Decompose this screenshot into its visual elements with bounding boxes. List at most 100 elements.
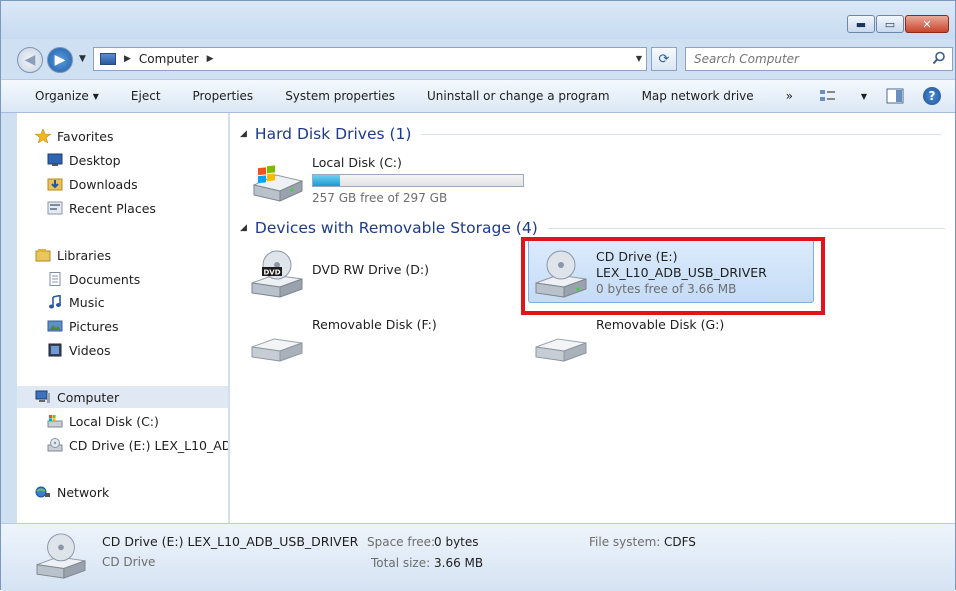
- sidebar-item-label: Documents: [69, 271, 141, 287]
- breadcrumb-separator-icon[interactable]: ▶: [124, 54, 131, 64]
- file-system-value: CDFS: [664, 535, 696, 549]
- sidebar-item-label: CD Drive (E:) LEX_L10_ADB_USB_DRIVER: [69, 437, 228, 453]
- sidebar-item-network[interactable]: Network: [35, 481, 109, 503]
- view-options-dropdown-icon[interactable]: ▼: [861, 92, 867, 101]
- search-input[interactable]: [694, 52, 924, 66]
- sidebar-item-libraries[interactable]: Libraries: [35, 244, 111, 266]
- help-icon[interactable]: ?: [923, 87, 941, 105]
- search-icon[interactable]: [932, 51, 946, 65]
- drive-name: Removable Disk (F:): [312, 317, 437, 332]
- sidebar-item-documents[interactable]: Documents: [47, 268, 140, 290]
- drive-tile-g[interactable]: Removable Disk (G:): [534, 317, 724, 373]
- collapse-arrow-icon[interactable]: ◢: [240, 129, 247, 139]
- refresh-icon: ⟳: [658, 51, 670, 67]
- removable-disk-icon: [251, 338, 303, 362]
- group-divider: [547, 227, 945, 229]
- drive-text: DVD RW Drive (D:): [312, 241, 429, 299]
- window-controls: ▬ ▭ ✕: [846, 15, 949, 33]
- cd-drive-icon: [36, 533, 86, 579]
- music-icon: [49, 295, 61, 309]
- sidebar-item-label: Downloads: [69, 176, 138, 192]
- sidebar-item-label: Desktop: [69, 152, 121, 168]
- sidebar-item-music[interactable]: Music: [47, 291, 105, 313]
- sidebar-item-videos[interactable]: Videos: [47, 339, 111, 361]
- sidebar-item-computer[interactable]: Computer: [17, 386, 228, 408]
- change-view-icon[interactable]: [819, 88, 839, 104]
- space-free-label: Space free:: [367, 535, 436, 549]
- minimize-button[interactable]: ▬: [847, 15, 875, 33]
- drive-tile-c[interactable]: Local Disk (C:) 257 GB free of 297 GB: [250, 155, 524, 206]
- more-commands-button[interactable]: »: [770, 80, 809, 112]
- collapse-arrow-icon[interactable]: ◢: [240, 223, 247, 233]
- sidebar-item-desktop[interactable]: Desktop: [47, 149, 121, 171]
- sidebar-item-label: Libraries: [57, 247, 111, 263]
- computer-icon: [100, 53, 116, 65]
- drive-tile-d[interactable]: DVD DVD RW Drive (D:): [250, 249, 429, 299]
- sidebar-item-pictures[interactable]: Pictures: [47, 315, 119, 337]
- address-dropdown-icon[interactable]: ▼: [636, 54, 642, 63]
- group-title: Hard Disk Drives (1): [254, 125, 412, 143]
- svg-text:DVD: DVD: [263, 269, 280, 277]
- refresh-button[interactable]: ⟳: [651, 47, 677, 71]
- sidebar-item-label: Pictures: [69, 318, 119, 334]
- group-header-removable[interactable]: ◢ Devices with Removable Storage (4): [240, 219, 945, 237]
- back-button[interactable]: ◀: [17, 47, 43, 73]
- hard-drive-icon: [252, 165, 304, 202]
- downloads-icon: [47, 178, 63, 191]
- close-icon: ✕: [922, 17, 932, 31]
- properties-button[interactable]: Properties: [177, 80, 270, 112]
- file-system-label: File system:: [589, 535, 661, 549]
- sidebar-item-favorites[interactable]: Favorites: [35, 125, 113, 147]
- sidebar-item-cd-drive[interactable]: CD Drive (E:) LEX_L10_ADB_USB_DRIVER: [47, 434, 228, 456]
- eject-button[interactable]: Eject: [115, 80, 177, 112]
- maximize-icon: ▭: [884, 17, 896, 31]
- desktop-icon: [47, 153, 63, 166]
- sidebar-item-label: Recent Places: [69, 200, 156, 216]
- sidebar-item-label: Videos: [69, 342, 111, 358]
- libraries-icon: [35, 249, 51, 262]
- disk-usage-bar: [312, 174, 524, 187]
- dvd-drive-icon: DVD: [251, 250, 303, 298]
- group-divider: [421, 133, 942, 135]
- minimize-icon: ▬: [855, 17, 867, 31]
- group-header-hard-disk[interactable]: ◢ Hard Disk Drives (1): [240, 125, 945, 143]
- close-button[interactable]: ✕: [905, 15, 949, 33]
- navigation-pane: Favorites Desktop Downloads Recent Place…: [17, 113, 229, 523]
- back-arrow-icon: ◀: [24, 52, 36, 68]
- total-size-label: Total size:: [371, 556, 431, 570]
- drive-name: DVD RW Drive (D:): [312, 262, 429, 277]
- drive-text: Local Disk (C:) 257 GB free of 297 GB: [312, 155, 524, 206]
- system-properties-button[interactable]: System properties: [269, 80, 411, 112]
- sidebar-item-label: Computer: [57, 389, 120, 405]
- sidebar-item-recent-places[interactable]: Recent Places: [47, 197, 156, 219]
- network-icon: [35, 486, 50, 498]
- forward-arrow-icon: ▶: [54, 52, 66, 68]
- content-pane: ◢ Hard Disk Drives (1) Local Disk (C:) 2…: [230, 113, 955, 523]
- cd-drive-icon: [47, 438, 63, 452]
- highlight-annotation-box: [521, 237, 825, 315]
- organize-menu[interactable]: Organize ▼: [1, 80, 115, 112]
- pictures-icon: [47, 320, 63, 332]
- uninstall-program-button[interactable]: Uninstall or change a program: [411, 80, 626, 112]
- recent-pages-dropdown[interactable]: ▼: [79, 54, 86, 64]
- sidebar-item-local-disk[interactable]: Local Disk (C:): [47, 410, 159, 432]
- preview-pane-icon[interactable]: [885, 88, 905, 104]
- explorer-window: ▬ ▭ ✕ ◀ ▶ ▼ ▶ Computer ▶ ▼ ⟳ Organize▼ E…: [0, 0, 956, 591]
- star-icon: [35, 129, 51, 143]
- maximize-button[interactable]: ▭: [876, 15, 904, 33]
- toolbar-right: ▼ ?: [819, 80, 955, 112]
- documents-icon: [49, 272, 61, 286]
- removable-disk-icon: [535, 338, 587, 362]
- recent-places-icon: [47, 201, 63, 215]
- address-row: ◀ ▶ ▼ ▶ Computer ▶ ▼ ⟳: [1, 39, 955, 79]
- forward-button[interactable]: ▶: [47, 47, 73, 73]
- details-pane: CD Drive (E:) LEX_L10_ADB_USB_DRIVER CD …: [1, 523, 955, 591]
- map-network-drive-button[interactable]: Map network drive: [626, 80, 770, 112]
- command-bar: Organize ▼ Eject Properties System proper…: [1, 79, 955, 113]
- breadcrumb-computer[interactable]: Computer: [139, 52, 199, 66]
- sidebar-item-downloads[interactable]: Downloads: [47, 173, 138, 195]
- sidebar-item-label: Network: [57, 484, 110, 500]
- breadcrumb-separator-icon[interactable]: ▶: [207, 54, 214, 64]
- drive-tile-f[interactable]: Removable Disk (F:): [250, 317, 437, 373]
- address-bar[interactable]: ▶ Computer ▶ ▼: [93, 47, 647, 71]
